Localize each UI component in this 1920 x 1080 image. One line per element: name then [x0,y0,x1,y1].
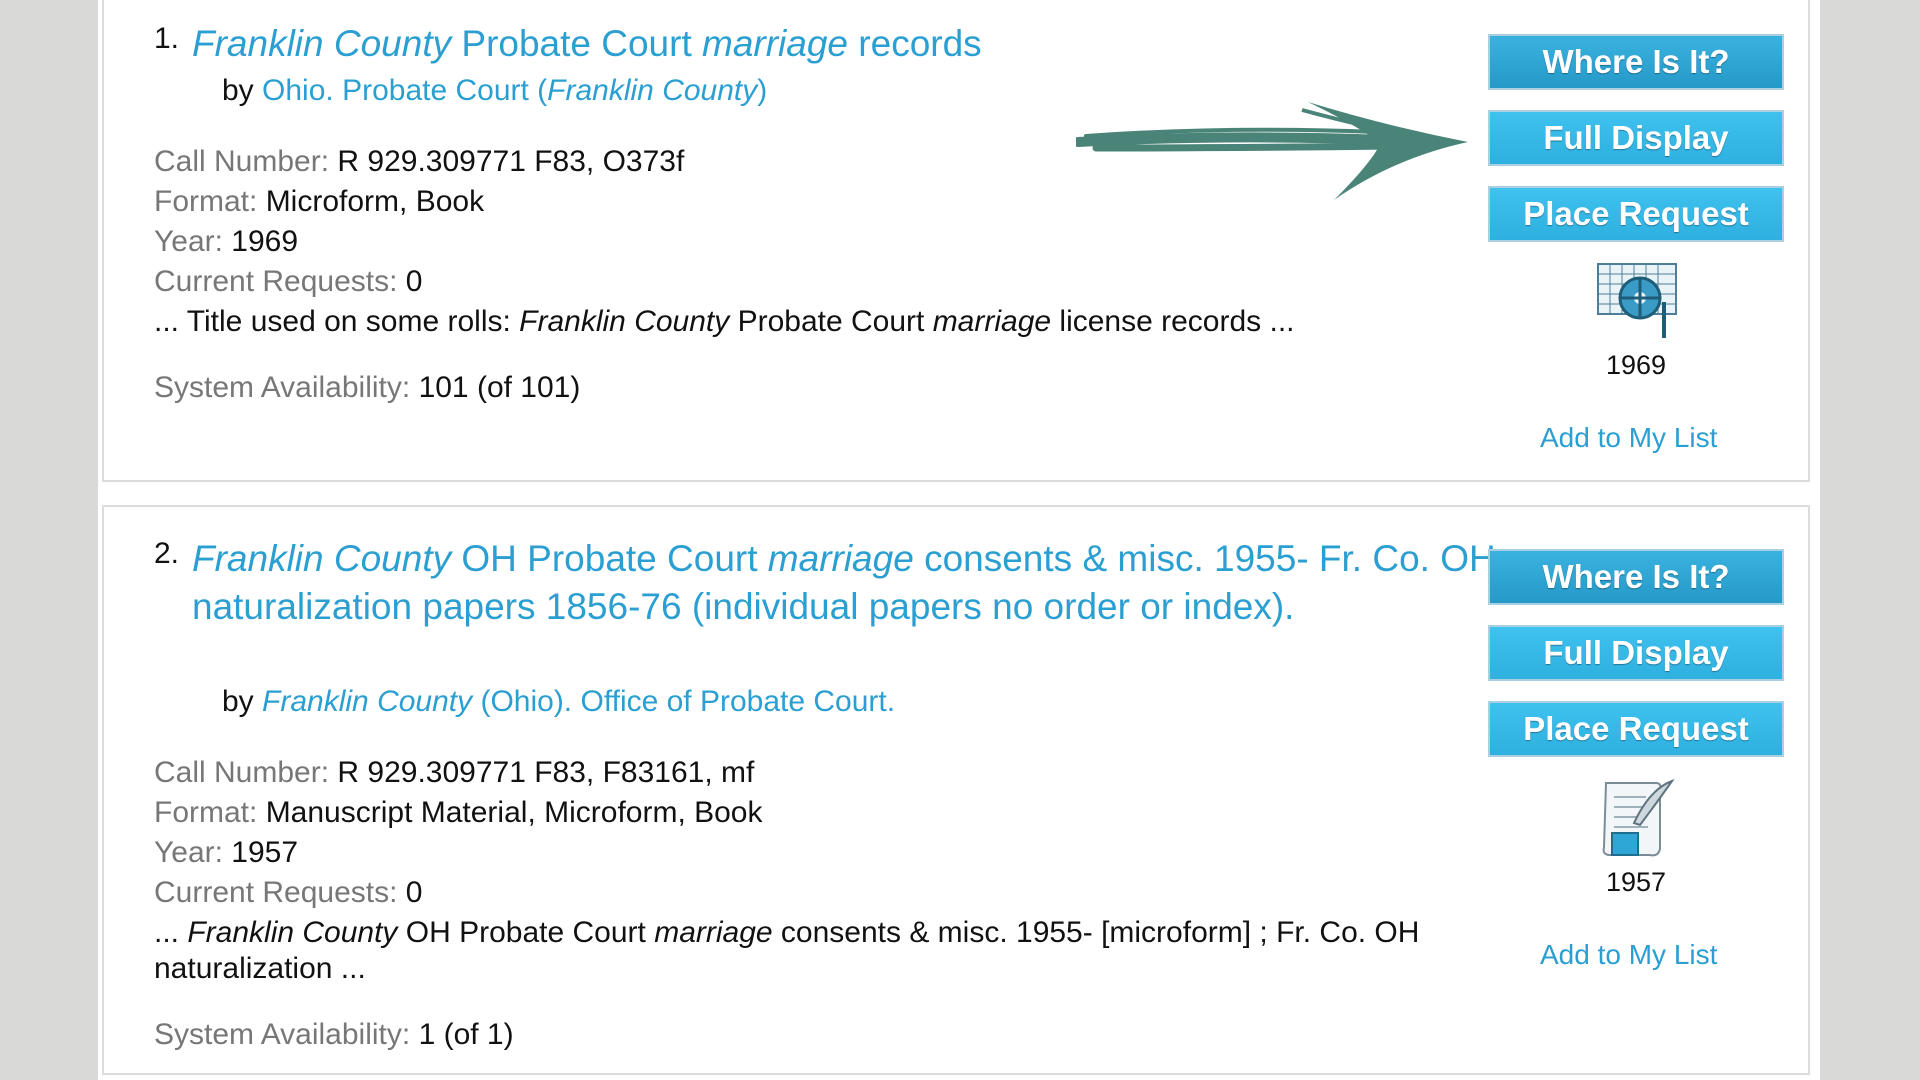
result-title-link[interactable]: Franklin County Probate Court marriage r… [192,20,1492,68]
search-snippet: ... Title used on some rolls: Franklin C… [154,305,1295,338]
search-snippet: ... Franklin County OH Probate Court mar… [154,916,1420,985]
format: Format: Microform, Book [154,185,485,218]
add-to-my-list-link[interactable]: Add to My List [1540,422,1717,454]
result-card-1: 1. Franklin County Probate Court marriag… [102,0,1810,482]
manuscript-quill-icon [1602,779,1675,857]
year: Year: 1957 [154,836,299,869]
system-availability: System Availability: 101 (of 101) [154,371,581,404]
current-requests: Current Requests: 0 [154,265,423,298]
result-number: 1. [154,22,180,55]
system-availability: System Availability: 1 (of 1) [154,1018,514,1051]
format: Format: Manuscript Material, Microform, … [154,796,763,829]
year: Year: 1969 [154,225,299,258]
icon-year-caption: 1957 [1605,867,1667,897]
where-is-it-button[interactable]: Where Is It? [1488,34,1784,90]
place-request-button[interactable]: Place Request [1488,701,1784,757]
result-title-link[interactable]: Franklin County OH Probate Court marriag… [192,535,1522,631]
where-is-it-button[interactable]: Where Is It? [1488,549,1784,605]
place-request-button[interactable]: Place Request [1488,186,1784,242]
icon-year-caption: 1969 [1605,350,1667,380]
result-number: 2. [154,537,180,570]
current-requests: Current Requests: 0 [154,876,423,909]
result-author[interactable]: by Franklin County (Ohio). Office of Pro… [222,685,895,719]
results-page: 1. Franklin County Probate Court marriag… [98,0,1820,1080]
add-to-my-list-link[interactable]: Add to My List [1540,939,1717,971]
microform-reel-icon [1597,263,1677,338]
arrow-right-icon [1076,102,1468,200]
full-display-button[interactable]: Full Display [1488,110,1784,166]
result-card-2: 2. Franklin County OH Probate Court marr… [102,505,1810,1075]
call-number: Call Number: R 929.309771 F83, O373f [154,145,685,178]
full-display-button[interactable]: Full Display [1488,625,1784,681]
call-number: Call Number: R 929.309771 F83, F83161, m… [154,756,755,789]
result-author[interactable]: by Ohio. Probate Court (Franklin County) [222,74,767,108]
